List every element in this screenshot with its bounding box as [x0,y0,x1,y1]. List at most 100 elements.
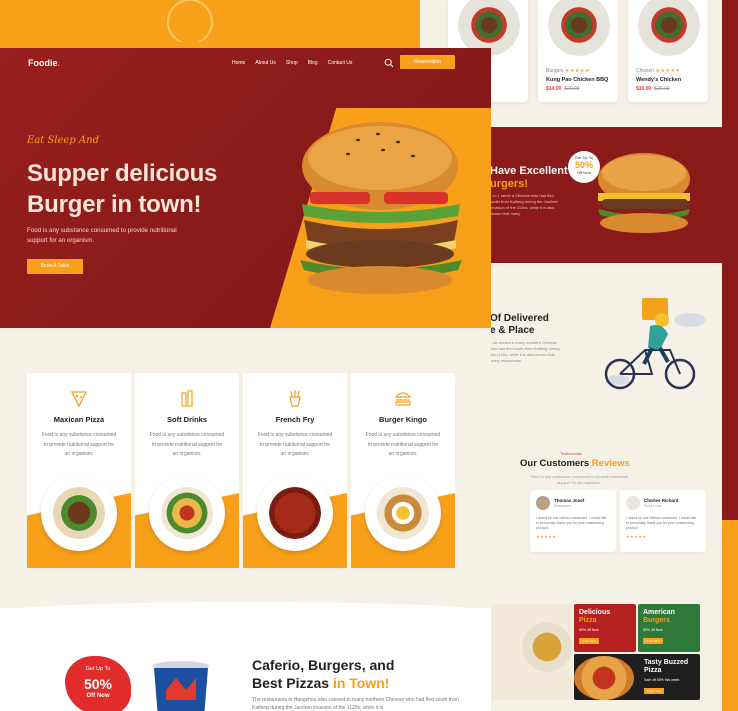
reviewer-role: Food Lover [644,504,662,508]
promo-text: ...in 1 serve a Chinese who had fled sou… [490,193,558,216]
fries-icon [289,390,301,407]
menu-tile-title: Tasty Buzzed Pizza [644,659,689,674]
promo-title-line1: Have Excellent [490,165,568,177]
category-card-soft-drinks[interactable]: Soft Drinks Food is any substance consum… [135,373,239,568]
product-price: $10.00 [636,86,652,92]
menu-tile-title: Delicious Pizza [579,609,611,624]
food-plate-image [365,475,441,551]
about-title-line1: Caferio, Burgers, and [252,657,395,673]
product-category: Burgers [546,68,564,74]
category-cards: Maxican Pizza Food is any substance cons… [27,373,457,568]
menu-tile-sub: 50% off Now [579,628,599,632]
food-plate-image [638,0,700,56]
category-card-burger-kingo[interactable]: Burger Kingo Food is any substance consu… [351,373,455,568]
category-card-maxican-pizza[interactable]: Maxican Pizza Food is any substance cons… [27,373,131,568]
review-quote: I would be lost without restaurant. I wo… [536,516,607,530]
order-now-button[interactable]: Order Now [643,638,663,644]
discount-badge: Get Up To 50% Off Now [65,656,131,711]
top-orange-band [0,0,420,48]
hero-section: Foodie. Home About Us Shop Blog Contact … [0,48,491,328]
nav-home[interactable]: Home [232,60,245,66]
food-plate-image [257,475,333,551]
rating-stars: ★★★★★ [564,68,590,74]
reservation-button[interactable]: Reservation [400,55,455,69]
product-name: Wendy's Chicken [636,77,682,83]
about-section: Get Up To 50% Off Now Caferio, Burgers, … [0,602,491,711]
food-plate-image [548,0,610,56]
category-description: Food is any substance consumed to provid… [365,432,441,457]
nav-contact-us[interactable]: Contact Us [328,60,353,66]
category-title: Burger Kingo [379,415,427,424]
about-text: The restaurants in Hangzhou also catered… [252,697,459,711]
menu-tile-sub: Sale off 50% this week [644,678,680,682]
delivery-text: ...ve served a many northern Chinese who… [490,340,560,363]
drinks-icon [181,390,193,407]
product-card[interactable]: Chicken ★★★★★ Wendy's Chicken $10.00 $20.… [628,0,708,102]
badge-bottom-text: Off Now [576,170,592,175]
reviewer-name: Charles Richard [644,498,679,503]
product-name: Kung Pao Chicken BBQ [546,77,609,83]
reviews-subtitle: Food is any substance consumed to provid… [530,474,628,485]
hero-description: Food is any substance consumed to provid… [27,227,177,244]
badge-bottom-text: Off Now [86,693,110,699]
nav-blog[interactable]: Blog [308,60,318,66]
reviews-kicker: Testimonials [560,451,583,456]
category-description: Food is any substance consumed to provid… [257,432,333,457]
drink-cup-image [153,661,209,711]
delivery-title-line2: e & Place [490,325,535,336]
product-price: $14.00 [546,86,562,92]
hero-kicker: Eat Sleep And [27,135,99,146]
burger-icon [394,392,412,406]
review-stars: ★★★★★ [536,534,557,539]
nav-about-us[interactable]: About Us [255,60,276,66]
food-plate-image [149,475,225,551]
food-plate-image [41,475,117,551]
review-card: Charles Richard Food Lover I would be lo… [620,490,706,552]
menu-tile-pizza[interactable]: Delicious Pizza 50% off Now Order Now [574,604,636,652]
about-title-line2: Best Pizzas in Town! [252,675,390,691]
product-old-price: $20.00 [564,86,580,92]
nav-shop[interactable]: Shop [286,60,298,66]
promo-banner: Have Excellent urgers! ...in 1 serve a C… [490,127,722,263]
category-description: Food is any substance consumed to provid… [149,432,225,457]
reviews-title: Our Customers Reviews [520,458,630,469]
review-stars: ★★★★★ [626,534,647,539]
product-card[interactable]: Burgers ★★★★★ Kung Pao Chicken BBQ $14.0… [538,0,618,102]
search-icon[interactable] [384,58,394,68]
order-now-button[interactable]: Order Now [644,688,664,694]
book-a-table-button[interactable]: Book A Table [27,259,83,274]
right-edge-strip [722,0,738,711]
avatar [536,496,550,510]
reviewer-name: Thomas Josef [554,498,585,503]
menu-tile-title: American Burgers [643,609,675,624]
menu-tile-tasty-pizza[interactable]: Tasty Buzzed Pizza Sale off 50% this week… [574,654,700,700]
pizza-slice-icon [70,391,88,408]
delivery-section: Of Delivered e & Place ...ve served a ma… [490,290,722,400]
hero-title-line1: Supper delicious [27,160,218,187]
product-old-price: $20.00 [654,86,670,92]
hero-title-line2: Burger in town! [27,191,202,218]
main-landing-page: Foodie. Home About Us Shop Blog Contact … [0,48,491,711]
product-category: Chicken [636,68,655,74]
category-title: Soft Drinks [166,415,207,424]
promo-title-line2: urgers! [490,178,528,190]
top-navigation: Foodie. Home About Us Shop Blog Contact … [0,48,491,80]
menu-promo-grid: Delicious Pizza 50% off Now Order Now Ame… [492,604,702,702]
brand-logo[interactable]: Foodie. [28,58,60,68]
rating-stars: ★★★★★ [655,68,681,74]
menu-tile-sub: 50% off Now [643,628,663,632]
category-title: French Fry [275,415,315,424]
review-quote: I would be lost without restaurant. I wo… [626,516,697,530]
nav-links: Home About Us Shop Blog Contact Us [232,60,352,66]
order-now-button[interactable]: Order Now [579,638,599,644]
category-title: Maxican Pizza [53,415,105,424]
category-card-french-fry[interactable]: French Fry Food is any substance consume… [243,373,347,568]
category-description: Food is any substance consumed to provid… [41,432,117,457]
reviewer-role: Restaurant [554,504,572,508]
menu-tile-burgers[interactable]: American Burgers 50% off Now Order Now [638,604,700,652]
burger-image [598,153,690,233]
badge-value: 50% [83,676,113,692]
delivery-rider-illustration [604,298,706,390]
badge-value: 50% [574,160,593,170]
review-card: Thomas Josef Restaurant I would be lost … [530,490,616,552]
